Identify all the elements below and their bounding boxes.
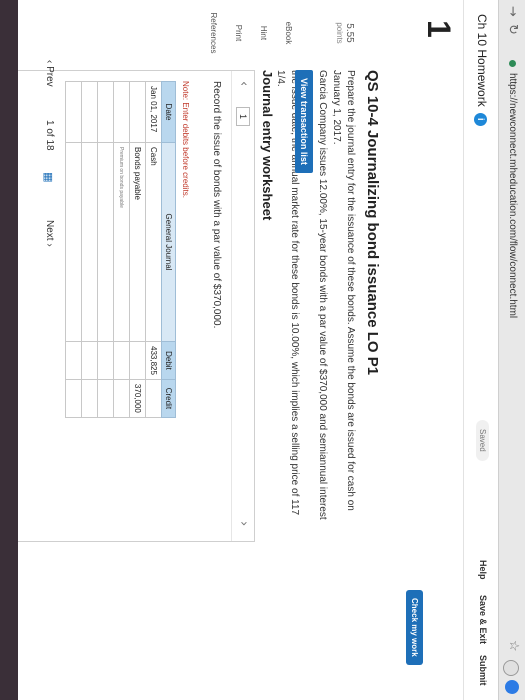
mac-dock [0, 0, 18, 700]
credit-cell[interactable] [97, 379, 114, 418]
worksheet-instruction: Record the issue of bonds with a par val… [211, 81, 222, 329]
debit-cell[interactable] [65, 341, 82, 380]
worksheet-nav: ‹ 1 › [231, 71, 254, 541]
debit-cell[interactable] [81, 341, 98, 380]
profile-icon[interactable] [505, 680, 519, 694]
credit-cell[interactable]: 370,000 [129, 379, 146, 418]
page-total: of 18 [44, 128, 55, 151]
table-row: Premium on bonds payable [113, 81, 130, 418]
page-indicator: 1 of 18 [44, 120, 55, 151]
references-link[interactable]: References [209, 4, 218, 62]
rotated-screen: → ↻ https://newconnect.mheducation.com/f… [0, 0, 525, 700]
date-cell[interactable] [129, 81, 146, 143]
debit-cell[interactable] [129, 341, 146, 380]
assignment-title: Ch 10 Homework i [474, 14, 489, 126]
worksheet-title: Journal entry worksheet [260, 70, 275, 221]
question-body: Prepare the journal entry for the issuan… [273, 70, 357, 520]
date-cell[interactable] [65, 81, 82, 143]
prev-label: Prev [44, 66, 55, 87]
date-cell[interactable] [113, 81, 130, 143]
reload-icon[interactable]: ↻ [505, 24, 520, 35]
credit-cell[interactable] [145, 379, 162, 418]
table-row: Bonds payable 370,000 [129, 81, 146, 418]
bookmark-star-icon[interactable]: ☆ [506, 640, 521, 652]
date-cell[interactable]: Jan 01, 2017 [145, 81, 162, 143]
table-row [97, 81, 114, 418]
general-journal-table: Date General Journal Debit Credit Jan 01… [65, 81, 176, 418]
credit-cell[interactable] [113, 379, 130, 418]
account-cell[interactable]: Bonds payable [129, 142, 146, 342]
view-transaction-list-button[interactable]: View transaction list [295, 70, 313, 173]
debit-cell[interactable] [97, 341, 114, 380]
points: 5.55 points [335, 4, 355, 62]
col-header-debit: Debit [161, 341, 176, 380]
hint-link[interactable]: Hint [259, 4, 268, 62]
ebook-link[interactable]: eBook [284, 4, 293, 62]
date-cell[interactable] [97, 81, 114, 143]
question-instruction: Prepare the journal entry for the issuan… [331, 70, 356, 511]
credit-cell[interactable] [81, 379, 98, 418]
grid-view-icon[interactable]: ▦ [42, 172, 55, 182]
secure-icon [509, 60, 517, 67]
col-header-credit: Credit [161, 379, 176, 418]
worksheet-note: Note: Enter debits before credits. [181, 81, 190, 198]
chevron-right-icon[interactable]: › [236, 521, 251, 526]
col-header-date: Date [161, 81, 176, 143]
account-cell[interactable]: Cash [145, 142, 162, 342]
save-exit-button[interactable]: Save & Exit [478, 595, 488, 644]
prev-button[interactable]: ‹ Prev [44, 60, 55, 87]
help-button[interactable]: Help [478, 560, 488, 580]
table-row [81, 81, 98, 418]
info-icon[interactable]: i [474, 112, 487, 126]
date-cell[interactable] [81, 81, 98, 143]
question-sidebar: 1 5.55 points eBook Hint Print Reference… [0, 0, 463, 64]
url-text: https://newconnect.mheducation.com/flow/… [507, 73, 518, 319]
account-cell[interactable]: Premium on bonds payable [113, 142, 130, 342]
credit-cell[interactable] [65, 379, 82, 418]
col-header-account: General Journal [161, 142, 176, 342]
next-button[interactable]: Next › [44, 220, 55, 247]
table-row [65, 81, 82, 418]
address-bar[interactable]: https://newconnect.mheducation.com/flow/… [504, 60, 521, 620]
debit-cell[interactable]: 433,825 [145, 341, 162, 380]
chevron-left-icon[interactable]: ‹ [236, 81, 251, 86]
check-my-work-button[interactable]: Check my work [406, 590, 423, 665]
question-title: QS 10-4 Journalizing bond issuance LO P1 [364, 70, 381, 376]
account-cell[interactable] [65, 142, 82, 342]
next-label: Next [44, 220, 55, 241]
page-current: 1 [44, 120, 55, 126]
account-cell[interactable] [81, 142, 98, 342]
debit-cell[interactable] [113, 341, 130, 380]
points-label: points [335, 22, 344, 44]
browser-toolbar: → ↻ https://newconnect.mheducation.com/f… [498, 0, 525, 700]
assignment-title-text: Ch 10 Homework [475, 14, 489, 107]
table-row: Jan 01, 2017 Cash 433,825 [145, 81, 162, 418]
account-cell[interactable] [97, 142, 114, 342]
question-number[interactable]: 1 [420, 20, 457, 38]
back-icon[interactable]: → [505, 6, 520, 17]
extension-icon[interactable] [503, 660, 519, 676]
assignment-header: Ch 10 Homework i Saved Help Save & Exit S… [463, 0, 498, 700]
saved-badge: Saved [476, 420, 489, 461]
submit-button[interactable]: Submit [478, 655, 488, 686]
print-link[interactable]: Print [234, 4, 243, 62]
points-value: 5.55 [344, 23, 355, 43]
worksheet-page-number[interactable]: 1 [236, 107, 250, 127]
journal-worksheet: ‹ 1 › Record the issue of bonds with a p… [3, 70, 255, 542]
